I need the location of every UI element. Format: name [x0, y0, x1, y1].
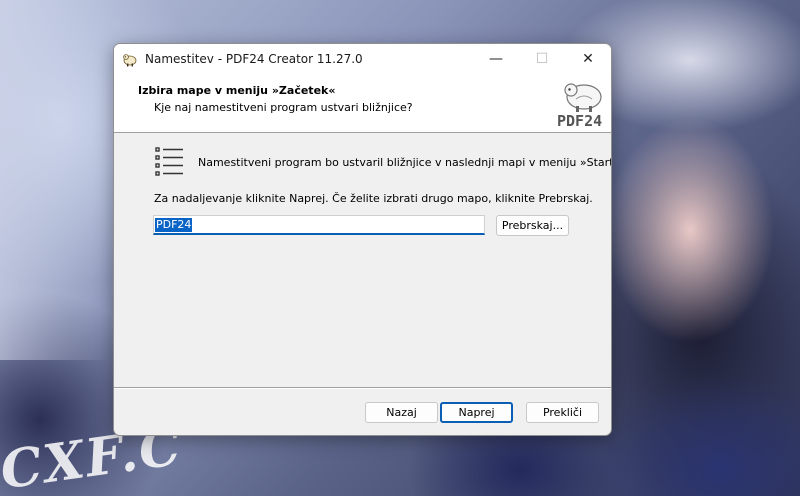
close-button[interactable]: ✕ — [565, 44, 611, 74]
minimize-button[interactable]: — — [473, 44, 519, 74]
logo-text: PDF24 — [557, 112, 603, 130]
wizard-header: Izbira mape v meniju »Začetek« Kje naj n… — [114, 74, 611, 133]
start-menu-folder-input[interactable]: PDF24 — [153, 215, 485, 235]
sheep-app-icon — [123, 54, 137, 67]
wallpaper-highlight — [0, 0, 110, 360]
page-title: Izbira mape v meniju »Začetek« — [138, 84, 336, 97]
installer-window: Namestitev - PDF24 Creator 11.27.0 — ☐ ✕… — [113, 43, 612, 436]
info-text: Namestitveni program bo ustvaril bližnji… — [198, 156, 612, 169]
folder-input-value: PDF24 — [155, 217, 193, 232]
maximize-button[interactable]: ☐ — [519, 44, 565, 74]
title-bar[interactable]: Namestitev - PDF24 Creator 11.27.0 — ☐ ✕ — [114, 44, 611, 74]
page-subtitle: Kje naj namestitveni program ustvari bli… — [154, 101, 413, 114]
footer-separator — [114, 387, 611, 389]
next-button[interactable]: Naprej — [440, 402, 513, 423]
instruction-text: Za nadaljevanje kliknite Naprej. Če želi… — [154, 192, 593, 205]
window-title: Namestitev - PDF24 Creator 11.27.0 — [145, 52, 363, 66]
shortcut-list-icon — [155, 147, 183, 176]
cancel-button[interactable]: Prekliči — [526, 402, 599, 423]
back-button[interactable]: Nazaj — [365, 402, 438, 423]
browse-button[interactable]: Prebrskaj... — [496, 215, 569, 236]
